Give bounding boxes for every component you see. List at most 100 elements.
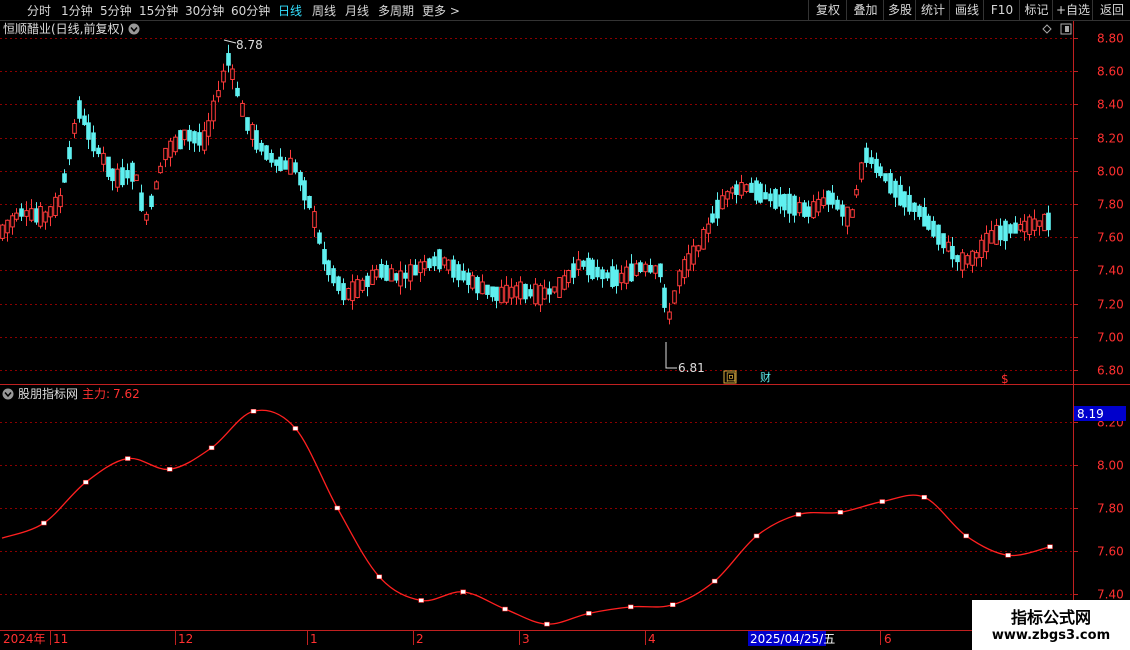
low-price-label: 6.81 xyxy=(678,361,705,375)
candle xyxy=(1027,214,1032,241)
candle xyxy=(197,123,202,152)
candle xyxy=(394,272,399,284)
candle xyxy=(1042,213,1047,232)
candle xyxy=(130,160,135,190)
candle xyxy=(619,265,624,291)
price-tick-label: 8.40 xyxy=(1097,98,1124,112)
x-label-2024: 2024年 xyxy=(3,632,46,646)
hui-marker[interactable]: 回 xyxy=(723,370,737,384)
candle xyxy=(264,144,269,161)
candle xyxy=(542,279,547,300)
candle xyxy=(816,191,821,217)
x-label-2: 2 xyxy=(416,632,424,646)
candle xyxy=(811,194,816,219)
indicator-line xyxy=(1,409,1051,625)
candle xyxy=(77,96,82,123)
candle xyxy=(994,218,999,246)
candle xyxy=(211,94,216,130)
candle xyxy=(451,255,456,283)
indicator-chevron-icon[interactable] xyxy=(2,388,14,400)
candle xyxy=(235,81,240,98)
candle xyxy=(1022,214,1027,241)
candle xyxy=(466,268,471,294)
indicator-point xyxy=(1047,544,1053,549)
candle xyxy=(1018,217,1023,233)
candle xyxy=(96,144,101,158)
candle xyxy=(998,218,1003,247)
candle xyxy=(379,258,384,280)
candle xyxy=(754,177,759,205)
candle xyxy=(29,199,34,223)
x-axis: 2024年 11 12 1 2 3 4 2025/04/25/五 6 xyxy=(3,631,892,646)
candle xyxy=(139,184,144,212)
candle xyxy=(989,220,994,244)
price-y-axis: 8.80 8.60 8.40 8.20 8.00 7.80 7.60 7.40 7.20 7.00… xyxy=(1073,32,1124,378)
candle xyxy=(984,225,989,260)
candle xyxy=(355,275,360,299)
candle xyxy=(82,108,87,126)
candle xyxy=(902,191,907,216)
candle xyxy=(797,196,802,217)
indicator-point xyxy=(334,505,341,511)
site-watermark: 指标公式网 www.zbgs3.com xyxy=(972,600,1130,650)
candle xyxy=(504,276,509,305)
cai-marker-label: 财 xyxy=(760,370,771,384)
cai-marker[interactable]: 财 xyxy=(760,370,771,384)
diamond-icon[interactable] xyxy=(1042,24,1052,34)
candle xyxy=(5,219,10,242)
indicator-point xyxy=(41,520,47,526)
settings-chevron-icon[interactable] xyxy=(128,23,140,35)
indicator-point xyxy=(83,479,89,485)
price-grid xyxy=(0,38,1073,371)
candle xyxy=(269,149,274,168)
candle xyxy=(696,244,701,258)
indicator-tick-label: 8.00 xyxy=(1097,459,1124,473)
candle xyxy=(72,119,77,139)
candle xyxy=(274,159,279,173)
chart-canvas[interactable]: 恒顺醋业(日线,前复权) 8.80 8.60 8.40 8.20 8.00 7.80 7.6… xyxy=(0,0,1130,650)
candle xyxy=(581,259,586,270)
indicator-points xyxy=(41,409,1053,627)
candle xyxy=(437,248,442,273)
candle xyxy=(864,142,869,168)
price-panel-title: 恒顺醋业(日线,前复权) xyxy=(3,21,124,36)
indicator-point xyxy=(418,598,424,603)
candle xyxy=(979,234,984,267)
candle xyxy=(898,176,903,207)
indicator-point xyxy=(921,495,927,500)
candle xyxy=(206,112,211,146)
candle xyxy=(648,258,653,274)
candle xyxy=(38,202,43,229)
candle xyxy=(43,210,48,230)
x-label-6: 6 xyxy=(884,632,892,646)
candle xyxy=(307,195,312,210)
indicator-point xyxy=(711,578,718,584)
candle xyxy=(941,233,946,254)
candle xyxy=(86,114,91,149)
candle xyxy=(134,174,139,182)
x-label-3: 3 xyxy=(522,632,530,646)
candle xyxy=(446,259,451,275)
candle xyxy=(432,251,437,271)
dollar-marker[interactable]: $ xyxy=(1001,372,1009,386)
candle xyxy=(173,134,178,156)
candle xyxy=(835,195,840,211)
x-label-1: 1 xyxy=(310,632,318,646)
candle xyxy=(562,269,567,291)
candle xyxy=(946,235,951,253)
high-price-label: 8.78 xyxy=(236,38,263,52)
candle xyxy=(686,244,691,278)
candle xyxy=(600,266,605,288)
candle xyxy=(240,100,245,117)
candle xyxy=(403,264,408,289)
candle xyxy=(250,122,255,147)
candle xyxy=(1003,218,1008,250)
candle xyxy=(1046,205,1051,237)
panel-toggle-icon[interactable] xyxy=(1060,23,1072,35)
indicator-series-value: 7.62 xyxy=(113,387,140,401)
candle xyxy=(950,236,955,268)
candle xyxy=(163,147,168,168)
candle xyxy=(278,148,283,172)
candle xyxy=(643,261,648,277)
candle xyxy=(317,229,322,245)
